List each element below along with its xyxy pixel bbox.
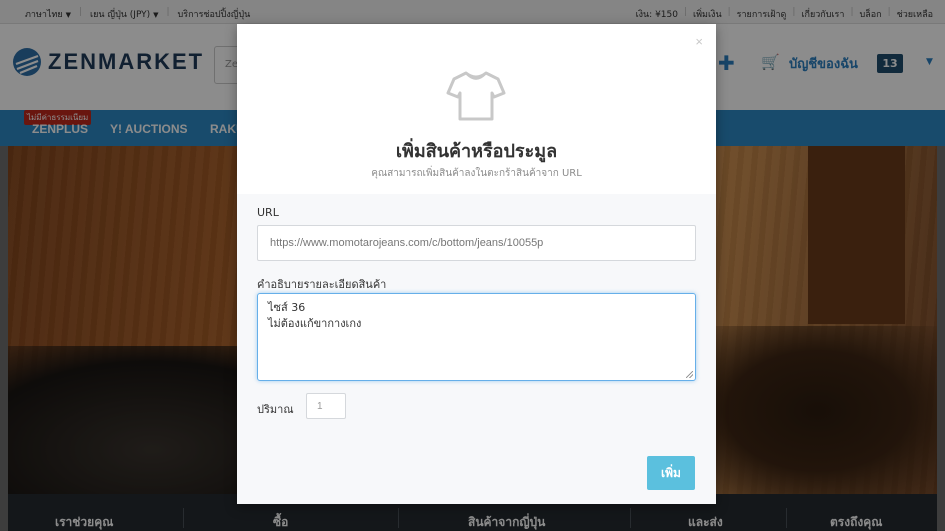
quantity-label: ปริมาณ [257,403,294,416]
modal-body: URL https://www.momotarojeans.com/c/bott… [237,194,716,504]
close-icon[interactable]: × [695,34,703,49]
tshirt-icon [446,71,506,121]
quantity-input[interactable]: 1 [306,393,346,419]
add-button[interactable]: เพิ่ม [647,456,695,490]
url-input[interactable]: https://www.momotarojeans.com/c/bottom/j… [257,225,696,261]
description-line: ไซส์ 36 [268,301,306,314]
description-textarea[interactable]: ไซส์ 36 ไม่ต้องแก้ขากางเกง [257,293,696,381]
modal-title: เพิ่มสินค้าหรือประมูล [395,141,558,162]
resize-handle-icon[interactable] [686,371,693,378]
add-item-modal: × เพิ่มสินค้าหรือประมูล คุณสามารถเพิ่มสิ… [237,24,716,504]
modal-subtitle: คุณสามารถเพิ่มสินค้าลงในตะกร้าสินค้าจาก … [371,168,582,179]
description-label: คำอธิบายรายละเอียดสินค้า [257,278,387,291]
description-line: ไม่ต้องแก้ขากางเกง [268,317,362,330]
url-label: URL [257,206,279,219]
modal-header: × เพิ่มสินค้าหรือประมูล คุณสามารถเพิ่มสิ… [237,24,716,194]
